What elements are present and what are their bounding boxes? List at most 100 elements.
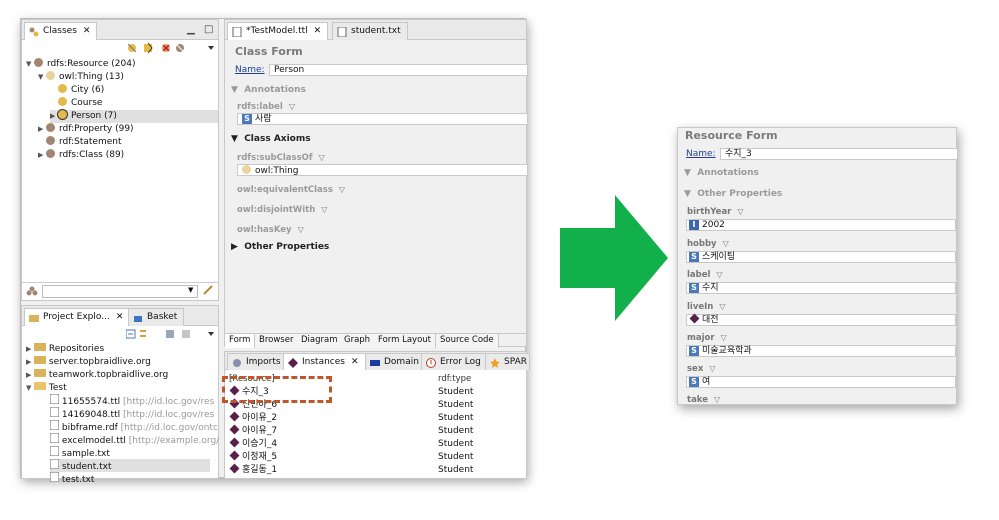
ttl-file-icon: [49, 406, 60, 420]
tab-basket[interactable]: Basket: [128, 308, 185, 326]
resource-annotations-section[interactable]: ▼ Annotations: [684, 168, 759, 178]
prop-livein-field[interactable]: 대전: [686, 313, 956, 326]
prop-major-field[interactable]: S 미술교육학과: [686, 345, 956, 357]
explorer-file-bibframe[interactable]: bibframe.rdf [http://id.loc.gov/ontc: [49, 419, 218, 433]
tab-form[interactable]: Form: [225, 334, 256, 348]
explorer-file-14169048[interactable]: 14169048.ttl [http://id.loc.gov/res: [49, 406, 214, 420]
dropdown-icon[interactable]: ▽: [737, 207, 743, 216]
dropdown-icon[interactable]: ▽: [339, 185, 345, 194]
explorer-item-test[interactable]: ▼ Test: [26, 381, 67, 394]
tree-item-course[interactable]: Course: [58, 97, 102, 110]
dropdown-icon[interactable]: ▽: [289, 102, 295, 111]
project-explorer-panel: Project Explo... ✕ Basket ▶ Repositories …: [21, 305, 219, 485]
dropdown-icon[interactable]: ▽: [319, 153, 325, 162]
classes-footer: ▼: [22, 282, 218, 300]
tab-diagram[interactable]: Diagram: [297, 334, 343, 348]
view-menu-icon: [208, 332, 214, 336]
explorer-file-sample[interactable]: sample.txt: [49, 445, 110, 459]
group-icon: [26, 286, 38, 299]
explorer-file-11655574[interactable]: 11655574.ttl [http://id.loc.gov/res: [49, 393, 214, 407]
tab-form-layout[interactable]: Form Layout: [374, 334, 437, 348]
instance-type: Student: [438, 387, 474, 397]
explorer-item-repositories[interactable]: ▶ Repositories: [26, 342, 104, 355]
tab-testmodel[interactable]: *TestModel.ttl ✕: [227, 22, 329, 40]
chevron-down-icon[interactable]: ▼: [38, 71, 46, 84]
tree-item-rdfs-class[interactable]: ▶ rdfs:Class (89): [38, 149, 124, 162]
chevron-right-icon[interactable]: ▶: [38, 123, 46, 136]
name-field[interactable]: Person: [269, 64, 528, 76]
explorer-file-student[interactable]: student.txt: [49, 458, 210, 472]
instance-row[interactable]: 아이유_7: [229, 424, 277, 437]
col-type-header[interactable]: rdf:type: [438, 374, 471, 384]
tab-graph[interactable]: Graph: [340, 334, 376, 348]
instance-type: Student: [438, 426, 474, 436]
minimize-icon[interactable]: ▁: [187, 24, 195, 35]
dropdown-icon[interactable]: ▽: [716, 270, 722, 279]
prop-hobby-field[interactable]: S 스케이팅: [686, 251, 956, 263]
explorer-file-test[interactable]: test.txt: [49, 471, 94, 485]
close-icon[interactable]: ✕: [314, 26, 322, 36]
prop-sex-field[interactable]: S여: [686, 376, 956, 388]
tab-project-explorer[interactable]: Project Explo... ✕: [24, 308, 131, 326]
instance-row[interactable]: 아이유_2: [229, 411, 277, 424]
prop-livein-label: liveIn ▽: [687, 302, 726, 312]
class-filter-input[interactable]: [42, 285, 198, 298]
resource-form-panel: Resource Form Name: 수지_3 ▼ Annotations ▼…: [677, 127, 958, 405]
collapse-all-icon: [125, 329, 136, 339]
dropdown-icon[interactable]: ▽: [723, 239, 729, 248]
resource-name-field[interactable]: 수지_3: [720, 148, 958, 160]
chevron-down-icon[interactable]: ▼: [26, 382, 34, 395]
tree-item-rdf-property[interactable]: ▶ rdf:Property (99): [38, 123, 134, 136]
subclassof-label: rdfs:subClassOf ▽: [237, 153, 325, 163]
instance-row[interactable]: 홍길동_1: [229, 463, 277, 476]
close-icon[interactable]: ✕: [351, 357, 359, 367]
name-label-link[interactable]: Name:: [235, 65, 265, 75]
chevron-right-icon[interactable]: ▶: [50, 110, 58, 123]
rdfs-label-field[interactable]: S 사람: [237, 113, 528, 125]
resource-name-label[interactable]: Name:: [686, 149, 716, 159]
tab-error-log[interactable]: Error Log: [421, 353, 488, 370]
close-icon[interactable]: ✕: [116, 312, 124, 322]
filter-icon: [176, 44, 184, 52]
chevron-right-icon[interactable]: ▶: [38, 149, 46, 162]
link-icon[interactable]: [202, 284, 214, 299]
dropdown-icon[interactable]: ▽: [298, 225, 304, 234]
tab-classes[interactable]: Classes ✕: [24, 22, 98, 40]
equivalent-class-label: owl:equivalentClass ▽: [237, 185, 346, 195]
instance-row[interactable]: 이정재_5: [229, 450, 277, 463]
dropdown-icon[interactable]: ▽: [709, 364, 715, 373]
tree-item-rdf-statement[interactable]: rdf:Statement: [46, 136, 122, 149]
dropdown-icon[interactable]: ▽: [719, 302, 725, 311]
maximize-icon[interactable]: □: [204, 24, 213, 35]
instance-row[interactable]: 이승기_4: [229, 437, 277, 450]
explorer-file-excelmodel[interactable]: excelmodel.ttl [http://example.org/: [49, 432, 219, 446]
tab-sparql[interactable]: SPAR: [485, 353, 530, 370]
other-properties-section[interactable]: ▶ Other Properties: [231, 242, 329, 252]
dropdown-icon[interactable]: ▽: [721, 333, 727, 342]
dropdown-icon[interactable]: ▽: [321, 205, 327, 214]
resource-form-title: Resource Form: [685, 129, 778, 142]
tab-imports[interactable]: Imports: [227, 353, 288, 370]
subclassof-field[interactable]: owl:Thing: [237, 164, 528, 176]
tree-item-owl-thing[interactable]: ▼ owl:Thing (13): [38, 71, 124, 84]
instance-diamond-icon: [229, 450, 240, 461]
prop-label-field[interactable]: S 수지: [686, 282, 956, 294]
dropdown-icon[interactable]: ▽: [714, 395, 720, 404]
class-axioms-section[interactable]: ▼ Class Axioms: [231, 134, 311, 144]
tree-item-city[interactable]: City (6): [58, 84, 104, 97]
tab-source-code[interactable]: Source Code: [436, 334, 499, 348]
close-icon[interactable]: ✕: [83, 26, 91, 36]
tab-instances[interactable]: Instances ✕: [283, 353, 366, 370]
chevron-down-icon[interactable]: ▼: [26, 58, 34, 71]
tree-item-person[interactable]: ▶ Person (7): [50, 110, 218, 123]
dropdown-arrow-icon[interactable]: ▼: [188, 286, 193, 294]
explorer-item-server[interactable]: ▶ server.topbraidlive.org: [26, 355, 151, 368]
resource-other-properties-section[interactable]: ▼ Other Properties: [684, 189, 782, 199]
explorer-item-teamwork[interactable]: ▶ teamwork.topbraidlive.org: [26, 368, 168, 381]
annotations-section[interactable]: ▼ Annotations: [231, 85, 306, 95]
prop-birthyear-field[interactable]: I 2002: [686, 219, 956, 231]
tree-item-rdfs-resource[interactable]: ▼ rdfs:Resource (204): [26, 58, 136, 71]
tab-browser[interactable]: Browser: [255, 334, 299, 348]
tab-student-txt[interactable]: student.txt: [332, 22, 408, 40]
tab-domain[interactable]: Domain: [365, 353, 426, 370]
